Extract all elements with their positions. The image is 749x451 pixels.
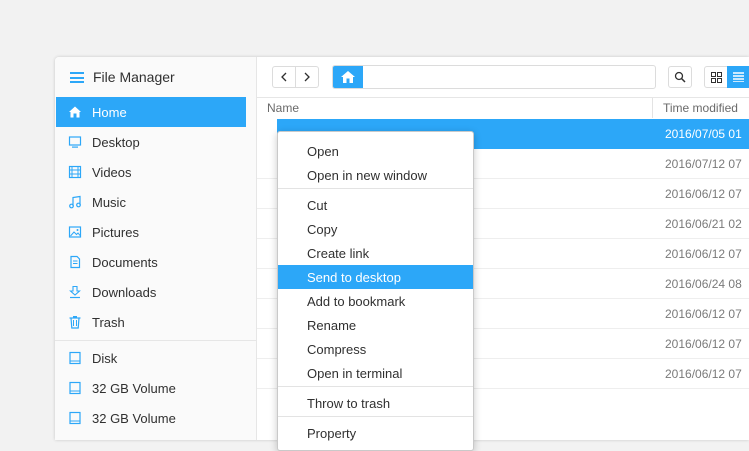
sidebar-item-documents[interactable]: Documents (56, 247, 246, 277)
sidebar-item-disk[interactable]: Disk (56, 343, 246, 373)
menu-icon[interactable] (70, 72, 84, 83)
drive-icon (69, 411, 81, 425)
file-time: 2016/07/12 07 (665, 157, 742, 171)
menu-item-property[interactable]: Property (278, 421, 473, 445)
trash-icon (69, 316, 81, 329)
desktop-icon (68, 136, 82, 148)
sidebar-item-music[interactable]: Music (56, 187, 246, 217)
menu-item-open-new-window[interactable]: Open in new window (278, 163, 473, 187)
file-time: 2016/06/12 07 (665, 187, 742, 201)
sidebar-item-label: Desktop (92, 135, 140, 150)
file-time: 2016/06/21 02 (665, 217, 742, 231)
sidebar-item-label: 32 GB Volume (92, 411, 176, 426)
file-time: 2016/06/24 08 (665, 277, 742, 291)
sidebar-item-pictures[interactable]: Pictures (56, 217, 246, 247)
download-icon (69, 285, 81, 299)
sidebar-item-home[interactable]: Home (56, 97, 246, 127)
sidebar-item-downloads[interactable]: Downloads (56, 277, 246, 307)
forward-button[interactable] (295, 66, 319, 88)
context-menu: Open Open in new window Cut Copy Create … (277, 131, 474, 451)
chevron-right-icon (304, 72, 310, 82)
list-view-icon (732, 72, 744, 82)
sidebar-item-label: Documents (92, 255, 158, 270)
breadcrumb-home[interactable] (333, 66, 363, 88)
file-time: 2016/07/05 01 (665, 127, 742, 141)
search-icon (674, 71, 686, 83)
sidebar-item-label: Pictures (92, 225, 139, 240)
sidebar: File Manager Home Desktop Videos Music P… (55, 57, 257, 440)
list-view-button[interactable] (727, 66, 749, 88)
app-title: File Manager (93, 69, 175, 85)
menu-item-send-to-desktop[interactable]: Send to desktop (278, 265, 473, 289)
menu-divider (278, 416, 473, 417)
sidebar-item-trash[interactable]: Trash (56, 307, 246, 337)
sidebar-item-label: Music (92, 195, 126, 210)
address-bar[interactable] (332, 65, 656, 89)
menu-item-add-to-bookmark[interactable]: Add to bookmark (278, 289, 473, 313)
grid-view-button[interactable] (704, 66, 728, 88)
column-header-name[interactable]: Name (267, 101, 299, 115)
sidebar-item-label: Videos (92, 165, 132, 180)
column-header-time[interactable]: Time modified (663, 101, 738, 115)
menu-divider (278, 188, 473, 189)
toolbar (257, 57, 749, 98)
file-time: 2016/06/12 07 (665, 247, 742, 261)
sidebar-item-label: Downloads (92, 285, 157, 300)
menu-item-create-link[interactable]: Create link (278, 241, 473, 265)
file-list-header: Name Time modified (257, 98, 749, 118)
column-divider[interactable] (652, 98, 653, 118)
film-icon (68, 165, 82, 179)
menu-item-open-in-terminal[interactable]: Open in terminal (278, 361, 473, 385)
menu-item-open[interactable]: Open (278, 139, 473, 163)
sidebar-item-label: Home (92, 105, 127, 120)
picture-icon (68, 226, 82, 238)
sidebar-item-volume-2[interactable]: 32 GB Volume (56, 403, 246, 433)
menu-item-cut[interactable]: Cut (278, 193, 473, 217)
sidebar-item-desktop[interactable]: Desktop (56, 127, 246, 157)
menu-item-rename[interactable]: Rename (278, 313, 473, 337)
back-button[interactable] (272, 66, 296, 88)
search-button[interactable] (668, 66, 692, 88)
sidebar-item-label: Disk (92, 351, 118, 366)
file-time: 2016/06/12 07 (665, 367, 742, 381)
chevron-left-icon (281, 72, 287, 82)
drive-icon (69, 381, 81, 395)
document-icon (70, 255, 81, 269)
home-icon (69, 106, 81, 118)
music-note-icon (69, 195, 81, 209)
menu-item-copy[interactable]: Copy (278, 217, 473, 241)
home-icon (341, 71, 355, 83)
sidebar-item-label: Trash (92, 315, 125, 330)
menu-item-compress[interactable]: Compress (278, 337, 473, 361)
grid-view-icon (710, 71, 722, 83)
file-time: 2016/06/12 07 (665, 307, 742, 321)
menu-divider (278, 386, 473, 387)
drive-icon (69, 351, 81, 365)
sidebar-item-videos[interactable]: Videos (56, 157, 246, 187)
sidebar-item-label: 32 GB Volume (92, 381, 176, 396)
sidebar-divider (55, 340, 256, 341)
sidebar-item-volume-1[interactable]: 32 GB Volume (56, 373, 246, 403)
sidebar-header: File Manager (55, 57, 256, 97)
menu-item-throw-to-trash[interactable]: Throw to trash (278, 391, 473, 415)
file-time: 2016/06/12 07 (665, 337, 742, 351)
